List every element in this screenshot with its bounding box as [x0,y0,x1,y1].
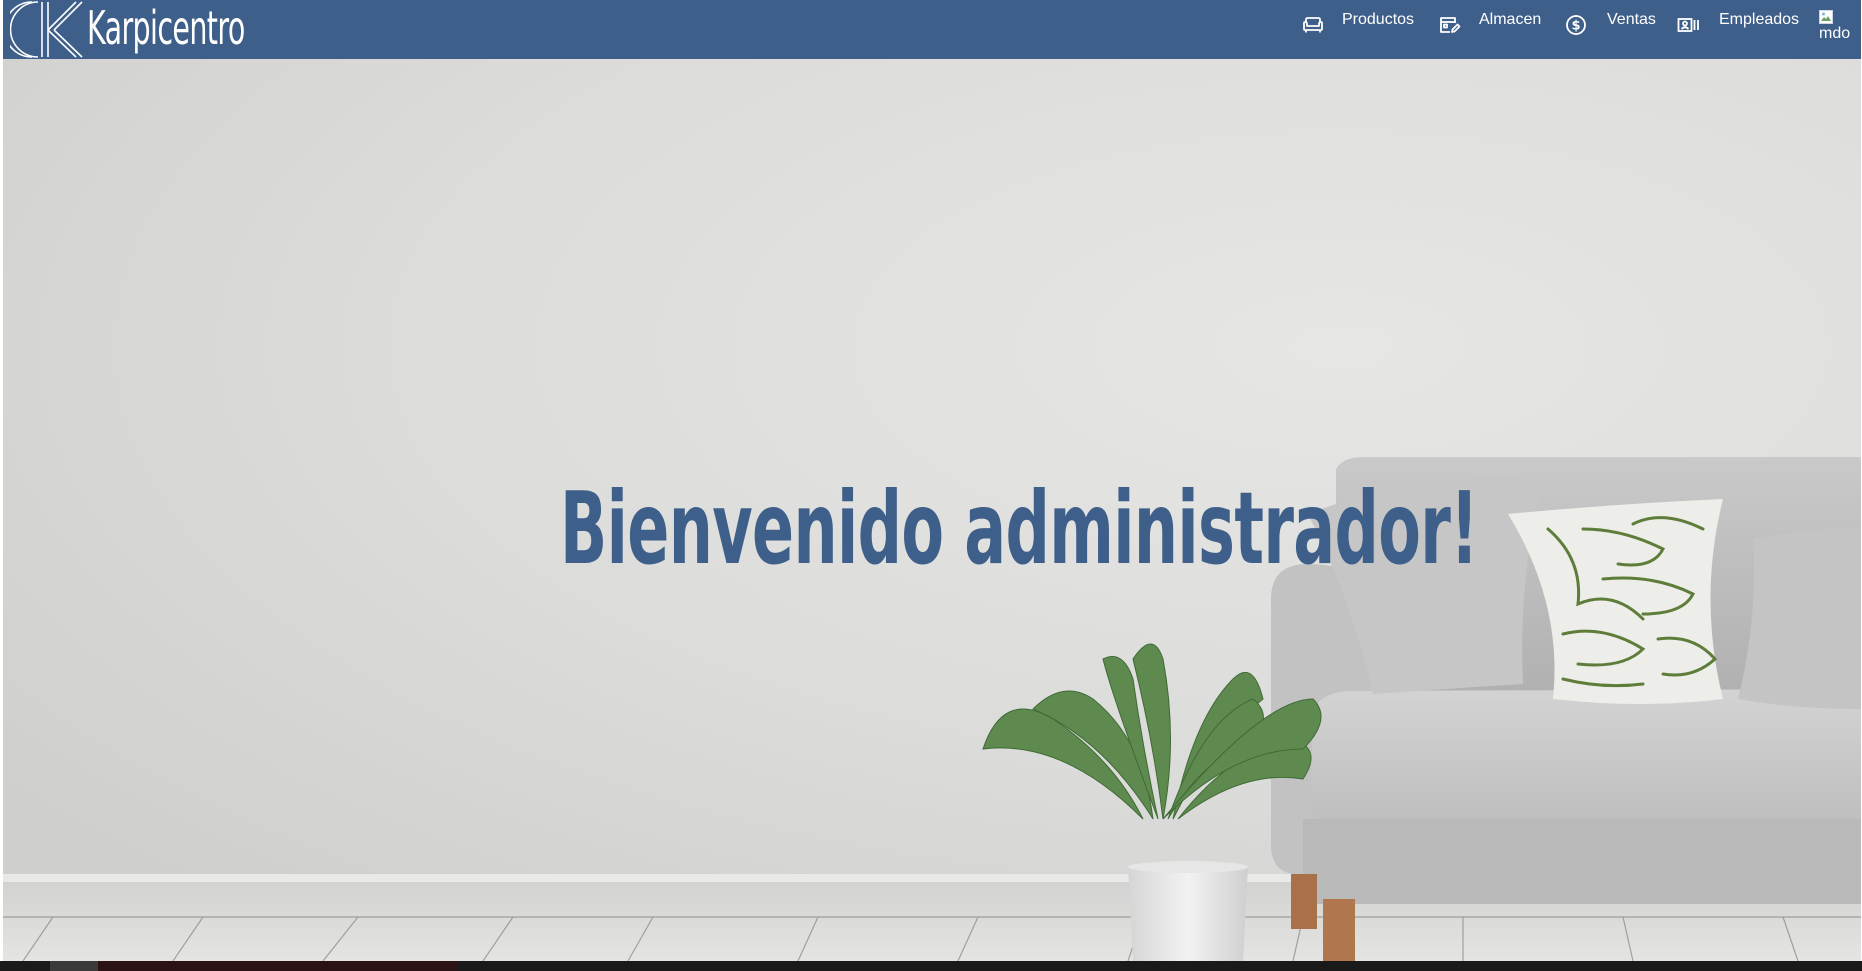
nav-item-empleados[interactable]: Empleados [1676,0,1816,59]
inventory-edit-icon [1440,17,1461,33]
dollar-coin-icon: $ [1566,15,1586,35]
nav-item-productos[interactable]: Productos [1298,0,1418,59]
k-monogram-logo-icon [10,1,83,58]
top-navbar: Karpicentro Productos Almacen $ Ventas E… [3,0,1861,59]
app-frame: Karpicentro Productos Almacen $ Ventas E… [3,0,1861,961]
nav-label-productos: Productos [1342,11,1415,28]
sofa-icon [1303,17,1323,33]
welcome-heading: Bienvenido administrador! [560,470,1478,587]
avatar-alt-text: mdo [1819,25,1851,42]
nav-item-almacen[interactable]: Almacen [1435,0,1550,59]
brand-name: Karpicentro [87,0,245,55]
nav-label-ventas: Ventas [1607,11,1656,28]
bottom-edge-strip [0,961,1862,971]
nav-item-ventas[interactable]: $ Ventas [1563,0,1668,59]
nav-label-almacen: Almacen [1479,11,1542,28]
user-avatar[interactable]: mdo [1819,10,1853,44]
broken-image-icon [1819,10,1833,24]
bottom-edge-segment [98,961,458,971]
bottom-edge-segment [50,961,98,971]
employee-badge-icon [1677,18,1699,32]
nav-label-empleados: Empleados [1719,11,1800,28]
svg-text:$: $ [1571,19,1580,34]
hero-welcome-section: Bienvenido administrador! [3,59,1861,961]
brand-home-link[interactable]: Karpicentro [10,0,341,59]
